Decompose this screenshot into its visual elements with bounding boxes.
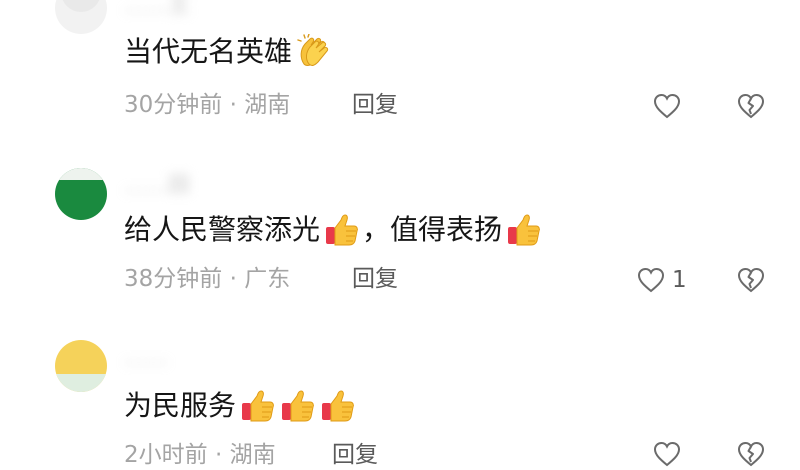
thumbs-up-icon xyxy=(506,212,542,248)
comment-meta: 38分钟前 · 广东 xyxy=(124,266,291,292)
comment-meta: 2小时前 · 湖南 xyxy=(124,442,276,468)
broken-heart-icon xyxy=(737,93,765,119)
thumbs-up-icon xyxy=(280,388,316,424)
avatar[interactable] xyxy=(55,168,107,220)
comment-item: ……王 当代无名英雄 30分钟前 · 湖南 回复 xyxy=(0,0,800,130)
comment-text: 为民服务 xyxy=(124,386,356,426)
heart-icon xyxy=(653,441,681,467)
username[interactable]: ……王 xyxy=(124,0,190,18)
clapping-hands-icon xyxy=(296,34,332,70)
comment-text-part: 给人民警察添光 xyxy=(124,213,321,246)
avatar-image xyxy=(55,0,107,34)
dislike-button[interactable] xyxy=(736,266,766,294)
thumbs-up-icon xyxy=(324,212,360,248)
broken-heart-icon xyxy=(737,267,765,293)
comment-text: 当代无名英雄 xyxy=(124,32,332,72)
comment-text-part: ，值得表扬 xyxy=(362,213,503,246)
reply-button[interactable]: 回复 xyxy=(352,264,398,294)
broken-heart-icon xyxy=(737,441,765,467)
username[interactable]: …… xyxy=(124,346,168,370)
heart-icon xyxy=(653,93,681,119)
dislike-button[interactable] xyxy=(736,92,766,120)
comment-meta: 30分钟前 · 湖南 xyxy=(124,92,291,118)
comment-text-part: 当代无名英雄 xyxy=(124,35,293,68)
avatar-image xyxy=(55,340,107,392)
like-button[interactable]: 1 xyxy=(636,266,687,294)
comment-item: …… 为民服务 2小时前 · 湖南 回复 xyxy=(0,336,800,468)
like-button[interactable] xyxy=(652,440,688,468)
heart-icon xyxy=(637,267,665,293)
like-button[interactable] xyxy=(652,92,688,120)
avatar[interactable] xyxy=(55,340,107,392)
reply-button[interactable]: 回复 xyxy=(352,90,398,120)
like-count: 1 xyxy=(672,267,687,293)
avatar-image xyxy=(55,168,107,220)
username[interactable]: ……田 xyxy=(124,174,190,198)
comment-item: ……田 给人民警察添光 ，值得表扬 38分钟前 · 广东 回复 1 xyxy=(0,166,800,306)
comment-text: 给人民警察添光 ，值得表扬 xyxy=(124,210,542,250)
comment-text-part: 为民服务 xyxy=(124,389,237,422)
thumbs-up-icon xyxy=(320,388,356,424)
reply-button[interactable]: 回复 xyxy=(332,440,378,470)
avatar[interactable] xyxy=(55,0,107,34)
thumbs-up-icon xyxy=(240,388,276,424)
dislike-button[interactable] xyxy=(736,440,766,468)
